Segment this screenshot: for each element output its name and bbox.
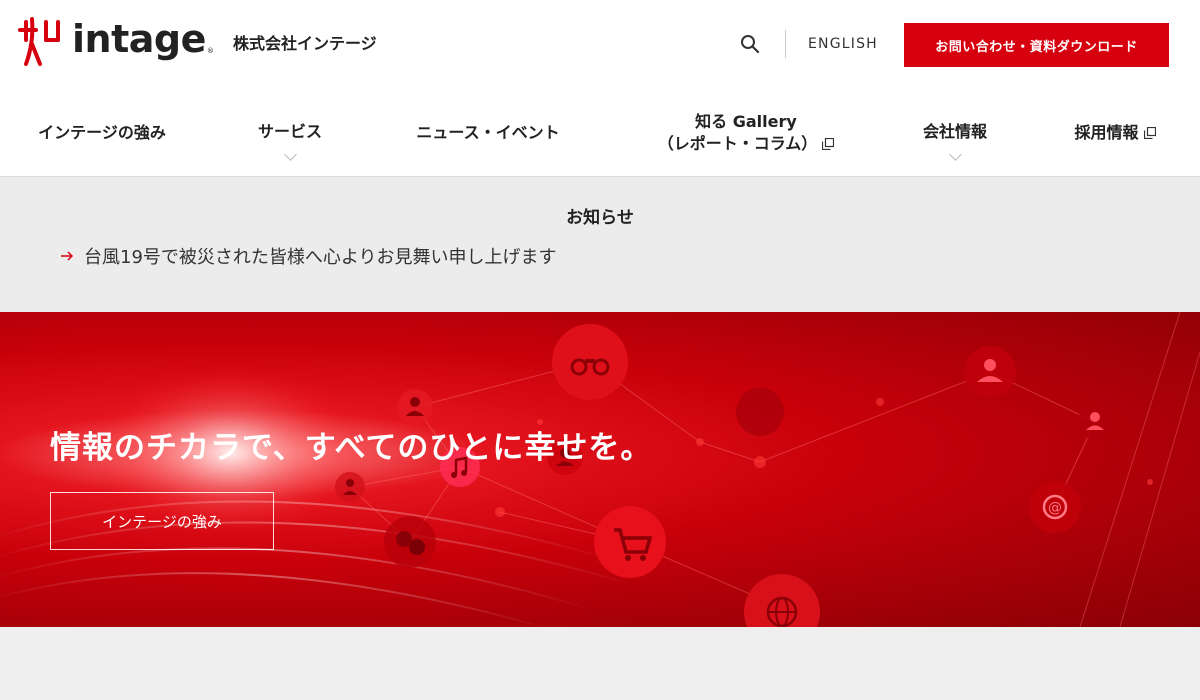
nav-item-news-events[interactable]: ニュース・イベント (400, 90, 576, 176)
nav-item-services[interactable]: サービス (240, 90, 340, 176)
nav-item-company[interactable]: 会社情報 (905, 90, 1005, 176)
search-button[interactable] (738, 32, 762, 56)
notice-item[interactable]: 台風19号で被災された皆様へ心よりお見舞い申し上げます (60, 243, 557, 269)
hero-network-graphic: @ (0, 312, 1200, 627)
site-logo[interactable]: intage ® (18, 14, 214, 70)
nav-item-gallery[interactable]: 知る Gallery （レポート・コラム） (648, 90, 844, 176)
contact-download-button[interactable]: お問い合わせ・資料ダウンロード (904, 23, 1169, 67)
english-link[interactable]: ENGLISH (808, 36, 878, 52)
header-divider (785, 30, 786, 58)
global-nav: インテージの強み サービス ニュース・イベント 知る Gallery （レポート… (0, 90, 1200, 177)
person-icon (335, 472, 365, 502)
external-link-icon (822, 138, 835, 151)
company-name: 株式会社インテージ (233, 34, 377, 53)
chevron-down-icon (283, 147, 297, 161)
below-hero-area (0, 627, 1200, 700)
person-icon (397, 389, 433, 425)
svg-text:@: @ (1048, 500, 1062, 516)
external-link-icon (1143, 126, 1156, 139)
at-sign-icon: @ (1029, 481, 1081, 533)
nav-item-label: ニュース・イベント (416, 122, 560, 142)
drama-masks-icon (384, 516, 436, 568)
hero-banner: @ 情報のチカラで、すべてのひとに幸せを。 インテージの強み (0, 312, 1200, 627)
globe-icon (744, 574, 820, 627)
nav-item-label-sub: （レポート・コラム） (657, 134, 818, 153)
person-icon (736, 388, 784, 436)
site-header: intage ® 株式会社インテージ ENGLISH お問い合わせ・資料ダウンロ… (0, 0, 1200, 90)
search-icon (741, 35, 760, 54)
arrow-right-icon (61, 251, 74, 261)
intage-logo-mark-icon (18, 17, 60, 66)
binoculars-icon (552, 324, 628, 400)
nav-item-strengths[interactable]: インテージの強み (28, 90, 176, 176)
notice-item-text: 台風19号で被災された皆様へ心よりお見舞い申し上げます (84, 247, 557, 268)
hero-strengths-button[interactable]: インテージの強み (50, 492, 274, 550)
chevron-down-icon (948, 147, 962, 161)
nav-item-label: 採用情報 (1074, 122, 1139, 142)
person-icon (1077, 404, 1113, 440)
nav-item-label: 会社情報 (922, 122, 987, 142)
nav-item-label: サービス (257, 122, 322, 142)
person-icon (964, 346, 1016, 398)
logo-wordmark: intage (72, 17, 206, 61)
notice-section: お知らせ 台風19号で被災された皆様へ心よりお見舞い申し上げます (0, 177, 1200, 312)
nav-item-label: 知る Gallery (695, 111, 797, 131)
cart-icon (594, 506, 666, 578)
nav-item-careers[interactable]: 採用情報 (1060, 90, 1170, 176)
hero-headline: 情報のチカラで、すべてのひとに幸せを。 (50, 430, 653, 466)
nav-item-label: インテージの強み (38, 122, 166, 142)
notice-title: お知らせ (566, 208, 634, 228)
logo-registered-mark: ® (206, 47, 214, 55)
